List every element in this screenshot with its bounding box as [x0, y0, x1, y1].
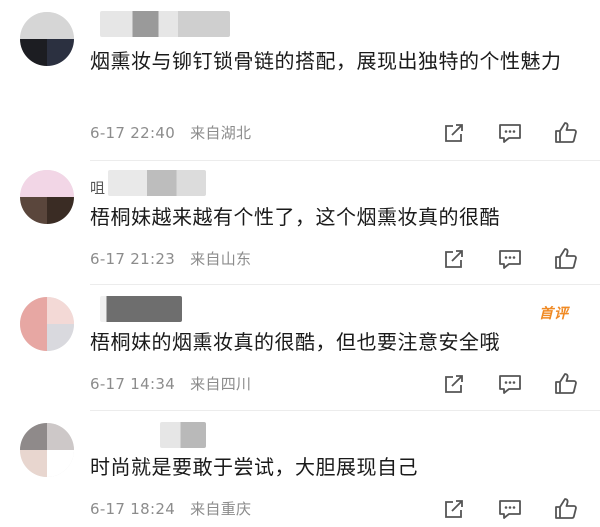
avatar[interactable]	[20, 12, 74, 66]
share-button[interactable]	[441, 246, 467, 272]
like-button[interactable]	[553, 371, 579, 397]
like-icon	[555, 373, 577, 394]
comment-location: 来自重庆	[190, 500, 252, 518]
comment-icon	[499, 250, 521, 269]
comment-button[interactable]	[497, 120, 523, 146]
comment-button[interactable]	[497, 371, 523, 397]
comment-text: 时尚就是要敢于尝试，大胆展现自己	[90, 455, 418, 479]
share-icon	[445, 124, 463, 142]
comment-icon	[499, 500, 521, 519]
share-button[interactable]	[441, 120, 467, 146]
comment-location: 来自四川	[190, 375, 252, 393]
username-blurred[interactable]	[160, 422, 206, 448]
comment-actions	[441, 120, 581, 146]
share-button[interactable]	[441, 371, 467, 397]
comment-actions	[441, 371, 581, 397]
divider	[90, 410, 600, 411]
comment-button[interactable]	[497, 246, 523, 272]
comment-date: 6-17 22:40	[90, 124, 176, 142]
like-icon	[555, 248, 577, 269]
comment-meta: 6-17 22:40 来自湖北	[90, 122, 261, 143]
avatar[interactable]	[20, 170, 74, 224]
divider	[90, 284, 600, 285]
share-icon	[445, 250, 463, 268]
username-blurred[interactable]	[100, 296, 182, 322]
comment-meta: 6-17 18:24 来自重庆	[90, 498, 261, 519]
comment-icon	[499, 124, 521, 143]
like-icon	[555, 498, 577, 519]
like-button[interactable]	[553, 120, 579, 146]
comment-text: 烟熏妆与铆钉锁骨链的搭配，展现出独特的个性魅力	[90, 49, 562, 73]
like-button[interactable]	[553, 496, 579, 522]
comment-actions	[441, 496, 581, 522]
comment-location: 来自湖北	[190, 124, 252, 142]
username-blurred[interactable]	[108, 170, 206, 196]
avatar[interactable]	[20, 423, 74, 477]
comment-date: 6-17 21:23	[90, 250, 176, 268]
avatar[interactable]	[20, 297, 74, 351]
comment-icon	[499, 375, 521, 394]
comment-button[interactable]	[497, 496, 523, 522]
divider	[90, 160, 600, 161]
like-icon	[555, 122, 577, 143]
like-button[interactable]	[553, 246, 579, 272]
username-blurred[interactable]	[100, 11, 230, 37]
comment-location: 来自山东	[190, 250, 252, 268]
share-icon	[445, 500, 463, 518]
comment-meta: 6-17 21:23 来自山东	[90, 248, 261, 269]
comment-text: 梧桐妹的烟熏妆真的很酷，但也要注意安全哦	[90, 330, 500, 354]
share-icon	[445, 375, 463, 393]
comment-date: 6-17 18:24	[90, 500, 176, 518]
username-partial[interactable]: 咀	[90, 177, 105, 198]
comment-meta: 6-17 14:34 来自四川	[90, 373, 261, 394]
share-button[interactable]	[441, 496, 467, 522]
comment-actions	[441, 246, 581, 272]
comment-text: 梧桐妹越来越有个性了，这个烟熏妆真的很酷	[90, 205, 500, 229]
first-comment-badge: 首评	[539, 306, 569, 322]
comment-date: 6-17 14:34	[90, 375, 176, 393]
